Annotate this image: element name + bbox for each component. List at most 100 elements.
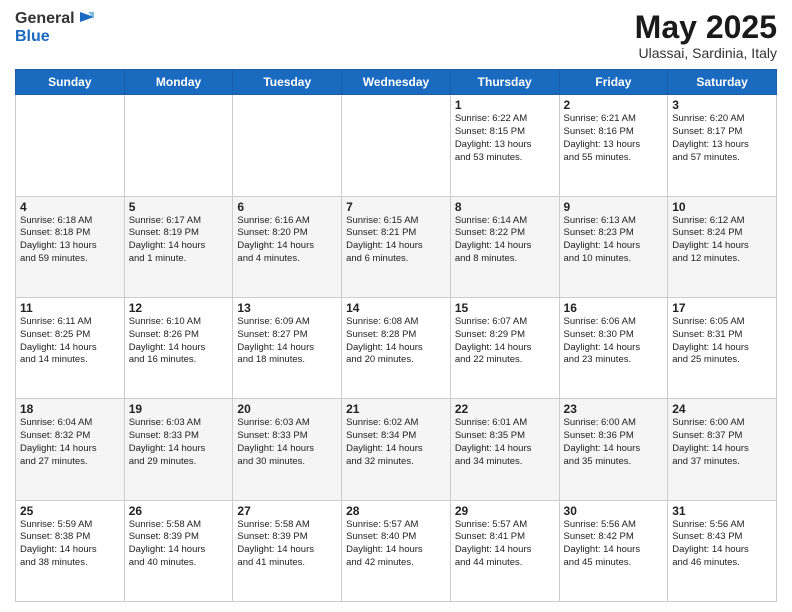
table-row: 13Sunrise: 6:09 AM Sunset: 8:27 PM Dayli… <box>233 297 342 398</box>
calendar-week-4: 18Sunrise: 6:04 AM Sunset: 8:32 PM Dayli… <box>16 399 777 500</box>
date-number: 8 <box>455 200 555 214</box>
date-number: 17 <box>672 301 772 315</box>
date-number: 28 <box>346 504 446 518</box>
calendar-week-5: 25Sunrise: 5:59 AM Sunset: 8:38 PM Dayli… <box>16 500 777 601</box>
date-number: 6 <box>237 200 337 214</box>
col-monday: Monday <box>124 70 233 95</box>
date-number: 19 <box>129 402 229 416</box>
date-number: 31 <box>672 504 772 518</box>
cell-daylight-info: Sunrise: 6:01 AM Sunset: 8:35 PM Dayligh… <box>455 417 555 468</box>
table-row: 26Sunrise: 5:58 AM Sunset: 8:39 PM Dayli… <box>124 500 233 601</box>
table-row <box>233 95 342 196</box>
date-number: 7 <box>346 200 446 214</box>
date-number: 20 <box>237 402 337 416</box>
table-row: 29Sunrise: 5:57 AM Sunset: 8:41 PM Dayli… <box>450 500 559 601</box>
date-number: 10 <box>672 200 772 214</box>
table-row: 16Sunrise: 6:06 AM Sunset: 8:30 PM Dayli… <box>559 297 668 398</box>
date-number: 2 <box>564 98 664 112</box>
cell-daylight-info: Sunrise: 6:07 AM Sunset: 8:29 PM Dayligh… <box>455 316 555 367</box>
date-number: 12 <box>129 301 229 315</box>
header: General Blue May 2025 Ulassai, Sardinia,… <box>15 10 777 61</box>
date-number: 4 <box>20 200 120 214</box>
calendar-header-row: Sunday Monday Tuesday Wednesday Thursday… <box>16 70 777 95</box>
table-row: 6Sunrise: 6:16 AM Sunset: 8:20 PM Daylig… <box>233 196 342 297</box>
cell-daylight-info: Sunrise: 6:09 AM Sunset: 8:27 PM Dayligh… <box>237 316 337 367</box>
date-number: 3 <box>672 98 772 112</box>
date-number: 27 <box>237 504 337 518</box>
table-row: 25Sunrise: 5:59 AM Sunset: 8:38 PM Dayli… <box>16 500 125 601</box>
col-tuesday: Tuesday <box>233 70 342 95</box>
table-row: 4Sunrise: 6:18 AM Sunset: 8:18 PM Daylig… <box>16 196 125 297</box>
cell-daylight-info: Sunrise: 6:12 AM Sunset: 8:24 PM Dayligh… <box>672 215 772 266</box>
table-row: 20Sunrise: 6:03 AM Sunset: 8:33 PM Dayli… <box>233 399 342 500</box>
col-thursday: Thursday <box>450 70 559 95</box>
logo: General Blue <box>15 10 96 46</box>
page: General Blue May 2025 Ulassai, Sardinia,… <box>0 0 792 612</box>
date-number: 1 <box>455 98 555 112</box>
table-row: 17Sunrise: 6:05 AM Sunset: 8:31 PM Dayli… <box>668 297 777 398</box>
table-row: 11Sunrise: 6:11 AM Sunset: 8:25 PM Dayli… <box>16 297 125 398</box>
table-row: 18Sunrise: 6:04 AM Sunset: 8:32 PM Dayli… <box>16 399 125 500</box>
table-row: 15Sunrise: 6:07 AM Sunset: 8:29 PM Dayli… <box>450 297 559 398</box>
cell-daylight-info: Sunrise: 5:56 AM Sunset: 8:42 PM Dayligh… <box>564 519 664 570</box>
cell-daylight-info: Sunrise: 6:06 AM Sunset: 8:30 PM Dayligh… <box>564 316 664 367</box>
cell-daylight-info: Sunrise: 6:00 AM Sunset: 8:37 PM Dayligh… <box>672 417 772 468</box>
table-row: 5Sunrise: 6:17 AM Sunset: 8:19 PM Daylig… <box>124 196 233 297</box>
col-wednesday: Wednesday <box>342 70 451 95</box>
cell-daylight-info: Sunrise: 6:15 AM Sunset: 8:21 PM Dayligh… <box>346 215 446 266</box>
date-number: 15 <box>455 301 555 315</box>
date-number: 23 <box>564 402 664 416</box>
table-row: 9Sunrise: 6:13 AM Sunset: 8:23 PM Daylig… <box>559 196 668 297</box>
date-number: 13 <box>237 301 337 315</box>
calendar-week-1: 1Sunrise: 6:22 AM Sunset: 8:15 PM Daylig… <box>16 95 777 196</box>
table-row: 14Sunrise: 6:08 AM Sunset: 8:28 PM Dayli… <box>342 297 451 398</box>
table-row: 28Sunrise: 5:57 AM Sunset: 8:40 PM Dayli… <box>342 500 451 601</box>
cell-daylight-info: Sunrise: 5:58 AM Sunset: 8:39 PM Dayligh… <box>237 519 337 570</box>
table-row: 1Sunrise: 6:22 AM Sunset: 8:15 PM Daylig… <box>450 95 559 196</box>
date-number: 5 <box>129 200 229 214</box>
table-row: 12Sunrise: 6:10 AM Sunset: 8:26 PM Dayli… <box>124 297 233 398</box>
cell-daylight-info: Sunrise: 6:21 AM Sunset: 8:16 PM Dayligh… <box>564 113 664 164</box>
table-row: 8Sunrise: 6:14 AM Sunset: 8:22 PM Daylig… <box>450 196 559 297</box>
title-block: May 2025 Ulassai, Sardinia, Italy <box>635 10 777 61</box>
table-row: 31Sunrise: 5:56 AM Sunset: 8:43 PM Dayli… <box>668 500 777 601</box>
cell-daylight-info: Sunrise: 6:11 AM Sunset: 8:25 PM Dayligh… <box>20 316 120 367</box>
date-number: 30 <box>564 504 664 518</box>
table-row: 27Sunrise: 5:58 AM Sunset: 8:39 PM Dayli… <box>233 500 342 601</box>
cell-daylight-info: Sunrise: 6:05 AM Sunset: 8:31 PM Dayligh… <box>672 316 772 367</box>
date-number: 26 <box>129 504 229 518</box>
date-number: 29 <box>455 504 555 518</box>
col-saturday: Saturday <box>668 70 777 95</box>
table-row: 2Sunrise: 6:21 AM Sunset: 8:16 PM Daylig… <box>559 95 668 196</box>
cell-daylight-info: Sunrise: 6:00 AM Sunset: 8:36 PM Dayligh… <box>564 417 664 468</box>
cell-daylight-info: Sunrise: 5:58 AM Sunset: 8:39 PM Dayligh… <box>129 519 229 570</box>
location-subtitle: Ulassai, Sardinia, Italy <box>635 45 777 61</box>
table-row: 30Sunrise: 5:56 AM Sunset: 8:42 PM Dayli… <box>559 500 668 601</box>
calendar-week-2: 4Sunrise: 6:18 AM Sunset: 8:18 PM Daylig… <box>16 196 777 297</box>
table-row <box>124 95 233 196</box>
cell-daylight-info: Sunrise: 5:56 AM Sunset: 8:43 PM Dayligh… <box>672 519 772 570</box>
col-sunday: Sunday <box>16 70 125 95</box>
cell-daylight-info: Sunrise: 6:04 AM Sunset: 8:32 PM Dayligh… <box>20 417 120 468</box>
cell-daylight-info: Sunrise: 6:17 AM Sunset: 8:19 PM Dayligh… <box>129 215 229 266</box>
cell-daylight-info: Sunrise: 6:20 AM Sunset: 8:17 PM Dayligh… <box>672 113 772 164</box>
calendar-table: Sunday Monday Tuesday Wednesday Thursday… <box>15 69 777 602</box>
calendar-week-3: 11Sunrise: 6:11 AM Sunset: 8:25 PM Dayli… <box>16 297 777 398</box>
cell-daylight-info: Sunrise: 6:02 AM Sunset: 8:34 PM Dayligh… <box>346 417 446 468</box>
cell-daylight-info: Sunrise: 6:13 AM Sunset: 8:23 PM Dayligh… <box>564 215 664 266</box>
table-row: 23Sunrise: 6:00 AM Sunset: 8:36 PM Dayli… <box>559 399 668 500</box>
date-number: 14 <box>346 301 446 315</box>
cell-daylight-info: Sunrise: 6:10 AM Sunset: 8:26 PM Dayligh… <box>129 316 229 367</box>
cell-daylight-info: Sunrise: 6:08 AM Sunset: 8:28 PM Dayligh… <box>346 316 446 367</box>
date-number: 9 <box>564 200 664 214</box>
cell-daylight-info: Sunrise: 6:16 AM Sunset: 8:20 PM Dayligh… <box>237 215 337 266</box>
month-title: May 2025 <box>635 10 777 45</box>
date-number: 11 <box>20 301 120 315</box>
table-row: 19Sunrise: 6:03 AM Sunset: 8:33 PM Dayli… <box>124 399 233 500</box>
logo-blue-text: Blue <box>15 28 96 46</box>
cell-daylight-info: Sunrise: 5:57 AM Sunset: 8:40 PM Dayligh… <box>346 519 446 570</box>
table-row: 24Sunrise: 6:00 AM Sunset: 8:37 PM Dayli… <box>668 399 777 500</box>
cell-daylight-info: Sunrise: 6:18 AM Sunset: 8:18 PM Dayligh… <box>20 215 120 266</box>
table-row: 10Sunrise: 6:12 AM Sunset: 8:24 PM Dayli… <box>668 196 777 297</box>
table-row: 21Sunrise: 6:02 AM Sunset: 8:34 PM Dayli… <box>342 399 451 500</box>
